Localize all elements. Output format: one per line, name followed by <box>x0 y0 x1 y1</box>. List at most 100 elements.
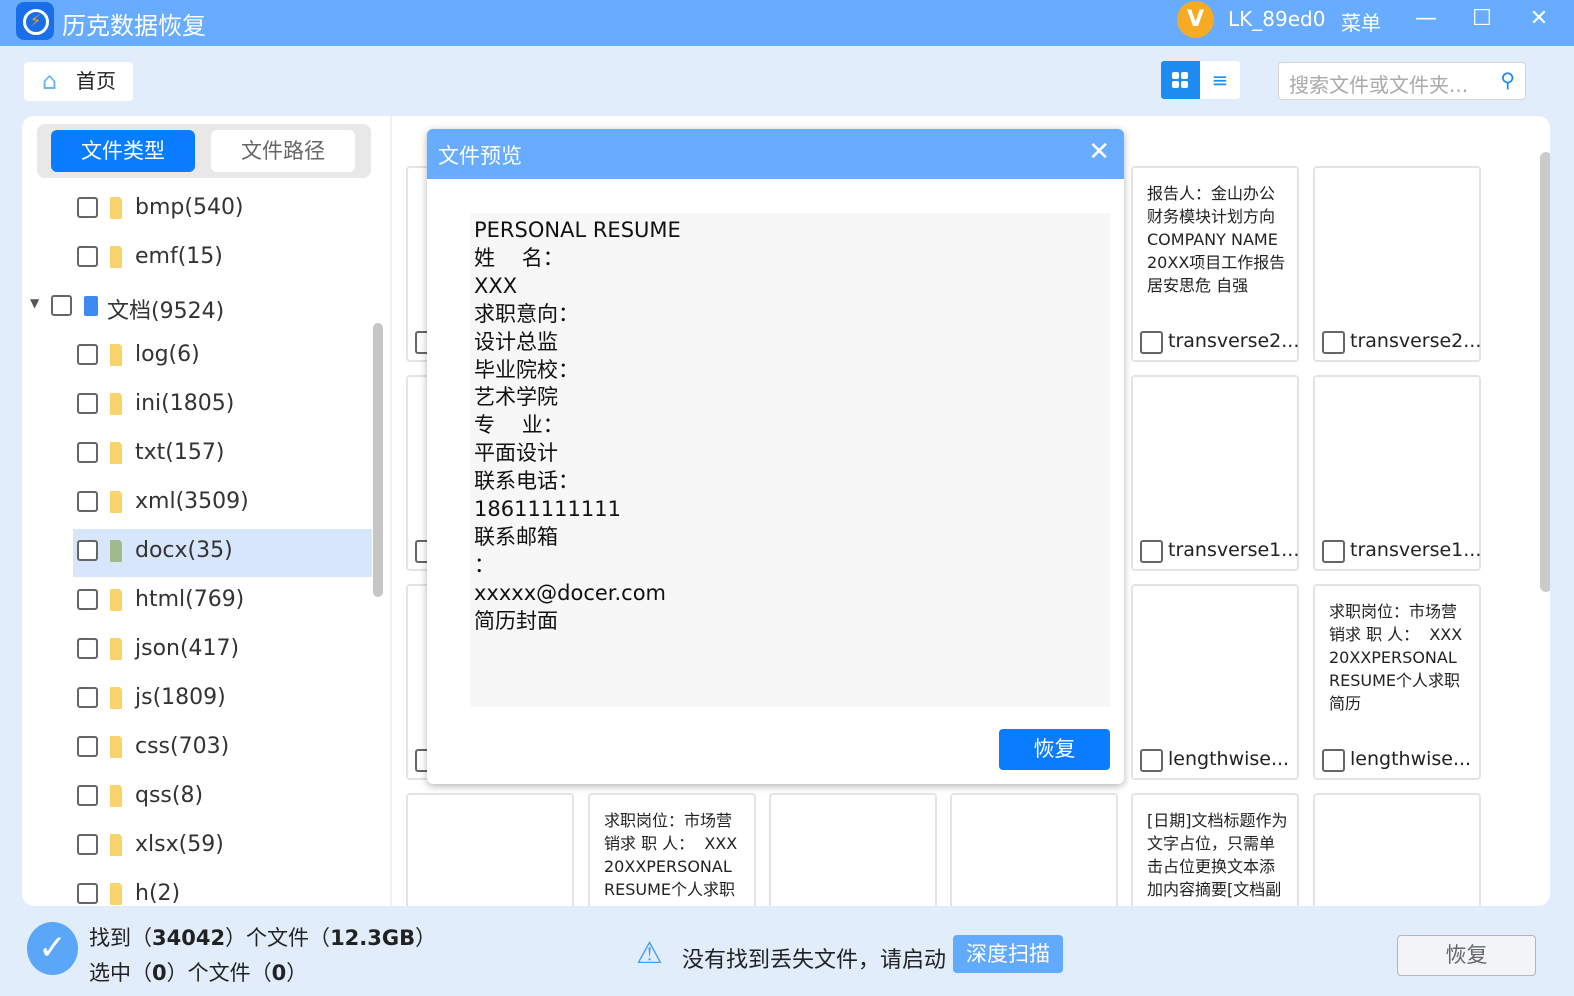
file-card[interactable]: [日期]文档标题作为 文字占位，只需单 击占位更换文本添 加内容摘要[文档副 <box>1131 793 1299 906</box>
file-card[interactable]: transverse2... <box>1313 166 1481 362</box>
tree-item[interactable]: emf(15) <box>22 235 372 283</box>
tree-item[interactable]: h(2) <box>22 872 372 906</box>
tree-checkbox[interactable] <box>77 393 98 414</box>
search-icon[interactable]: ⚲ <box>1500 68 1515 92</box>
preview-line: ： <box>474 552 495 577</box>
tree-item[interactable]: json(417) <box>22 627 372 675</box>
menu-button[interactable]: 菜单 <box>1341 7 1381 36</box>
tree-item[interactable]: js(1809) <box>22 676 372 724</box>
tree-item-label: ini(1805) <box>135 391 235 416</box>
tree-checkbox[interactable] <box>77 197 98 218</box>
tree-item-label: h(2) <box>135 881 181 906</box>
card-preview-text: [日期]文档标题作为 文字占位，只需单 击占位更换文本添 加内容摘要[文档副 <box>1147 811 1288 899</box>
card-filename: lengthwise... <box>1350 748 1472 770</box>
close-icon[interactable]: ✕ <box>1088 137 1110 167</box>
grid-scrollbar[interactable] <box>1540 152 1550 592</box>
card-filename: lengthwise... <box>1168 748 1290 770</box>
tree-item[interactable]: docx(35) <box>73 529 372 577</box>
list-icon: ≡ <box>1211 68 1229 92</box>
file-card[interactable]: transverse1... <box>1313 375 1481 571</box>
file-tree-panel: 文件类型 文件路径 bmp(540) emf(15) ▼ 文档(9524) log(6)… <box>22 116 390 906</box>
tree-checkbox[interactable] <box>77 638 98 659</box>
card-filename: transverse1... <box>1350 539 1482 561</box>
tree-item-label: 文档(9524) <box>107 299 225 324</box>
tree-checkbox[interactable] <box>77 785 98 806</box>
close-icon[interactable]: ✕ <box>1524 6 1554 31</box>
tab-file-type[interactable]: 文件类型 <box>51 130 195 172</box>
tree-item[interactable]: xml(3509) <box>22 480 372 528</box>
file-card[interactable] <box>950 793 1118 906</box>
tree-item[interactable]: ini(1805) <box>22 382 372 430</box>
tree-item-label: css(703) <box>135 734 230 759</box>
maximize-icon[interactable]: ☐ <box>1467 6 1497 31</box>
tree-checkbox[interactable] <box>77 540 98 561</box>
tree-checkbox[interactable] <box>77 442 98 463</box>
tree-checkbox[interactable] <box>51 295 72 316</box>
sel-count: 0 <box>152 961 167 985</box>
grid-view-button[interactable] <box>1161 61 1200 99</box>
tree-item-label: xlsx(59) <box>135 832 224 857</box>
tree-checkbox[interactable] <box>77 589 98 610</box>
tree-item[interactable]: xlsx(59) <box>22 823 372 871</box>
file-card[interactable] <box>769 793 937 906</box>
preview-line: 专 业： <box>474 413 564 438</box>
sel-mid: ）个文件（ <box>166 961 272 985</box>
tree-item[interactable]: css(703) <box>22 725 372 773</box>
tree-item[interactable]: qss(8) <box>22 774 372 822</box>
tree-checkbox[interactable] <box>77 834 98 855</box>
tree-checkbox[interactable] <box>77 491 98 512</box>
search-input[interactable]: 搜索文件或文件夹... ⚲ <box>1278 62 1526 100</box>
card-checkbox[interactable] <box>1322 540 1345 563</box>
recover-button[interactable]: 恢复 <box>1397 935 1536 976</box>
sel-prefix: 选中（ <box>89 961 152 985</box>
deep-scan-button[interactable]: 深度扫描 <box>953 935 1063 973</box>
tree-item[interactable]: ▼ 文档(9524) <box>22 284 372 332</box>
tree-checkbox[interactable] <box>77 736 98 757</box>
file-card[interactable]: 求职岗位：市场营 销求 职 人： XXX 20XXPERSONAL RESUME… <box>1313 584 1481 780</box>
tree-checkbox[interactable] <box>77 883 98 904</box>
dialog-recover-button[interactable]: 恢复 <box>999 729 1110 770</box>
minimize-icon[interactable]: — <box>1411 6 1441 31</box>
file-card[interactable]: lengthwise... <box>1131 584 1299 780</box>
dialog-title: 文件预览 <box>438 144 522 168</box>
folder-icon <box>110 246 122 268</box>
card-filename: transverse2... <box>1168 330 1300 352</box>
card-checkbox[interactable] <box>1322 331 1345 354</box>
card-checkbox[interactable] <box>1140 540 1163 563</box>
tree-checkbox[interactable] <box>77 344 98 365</box>
warning-text: 没有找到丢失文件，请启动 <box>682 948 947 973</box>
app-logo-icon: ⚡ <box>16 2 54 40</box>
file-card[interactable]: 求职岗位：市场营 销求 职 人： XXX 20XXPERSONAL RESUME… <box>588 793 756 906</box>
card-checkbox[interactable] <box>1140 749 1163 772</box>
document-icon <box>84 296 98 316</box>
list-view-button[interactable]: ≡ <box>1200 61 1240 99</box>
tree-item[interactable]: html(769) <box>22 578 372 626</box>
tree-checkbox[interactable] <box>77 246 98 267</box>
expand-arrow-icon[interactable]: ▼ <box>30 296 39 310</box>
dialog-header: 文件预览 ✕ <box>427 129 1124 179</box>
card-filename: transverse1... <box>1168 539 1300 561</box>
preview-line: 艺术学院 <box>474 385 558 410</box>
file-card[interactable] <box>406 793 574 906</box>
file-card[interactable]: 报告人：金山办公 财务模块计划方向 COMPANY NAME 20XX项目工作报… <box>1131 166 1299 362</box>
home-button[interactable]: ⌂ 首页 <box>24 62 133 101</box>
home-icon: ⌂ <box>42 67 58 95</box>
folder-icon <box>110 540 122 562</box>
card-checkbox[interactable] <box>1322 749 1345 772</box>
found-prefix: 找到（ <box>89 926 152 950</box>
tree-item[interactable]: log(6) <box>22 333 372 381</box>
preview-line: 姓 名： <box>474 245 564 270</box>
username[interactable]: LK_89ed0 <box>1228 7 1325 31</box>
tree-scrollbar[interactable] <box>373 323 383 597</box>
preview-line: 简历封面 <box>474 608 558 633</box>
tree-item-label: docx(35) <box>135 538 233 563</box>
tree-checkbox[interactable] <box>77 687 98 708</box>
tab-file-path[interactable]: 文件路径 <box>211 130 355 172</box>
file-card[interactable]: transverse1... <box>1131 375 1299 571</box>
folder-icon <box>110 883 122 905</box>
card-checkbox[interactable] <box>1140 331 1163 354</box>
avatar[interactable]: V <box>1177 1 1214 38</box>
file-card[interactable] <box>1313 793 1481 906</box>
tree-item[interactable]: bmp(540) <box>22 186 372 234</box>
tree-item[interactable]: txt(157) <box>22 431 372 479</box>
